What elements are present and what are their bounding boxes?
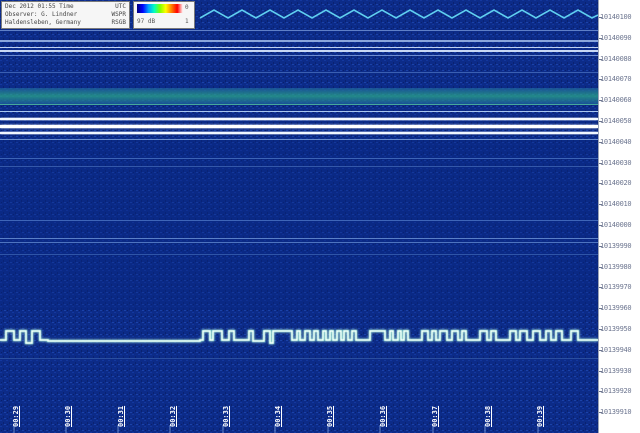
legend-max-label: 0 <box>185 4 189 11</box>
frequency-label: 10140070 <box>600 75 632 84</box>
time-label: 00:38 <box>483 405 492 427</box>
info-row-right: UTC <box>115 3 126 10</box>
frequency-label: 10139990 <box>600 241 632 250</box>
signal-line <box>0 139 598 140</box>
info-row-right: RSGB <box>111 19 126 26</box>
signal-line <box>0 358 598 359</box>
frequency-label: 10139970 <box>600 283 632 292</box>
frequency-label: 10139940 <box>600 345 632 354</box>
signal-line <box>0 55 598 56</box>
signal-line <box>0 238 598 239</box>
signal-line <box>0 40 598 42</box>
signal-line <box>0 30 598 31</box>
frequency-label: 10140040 <box>600 137 632 146</box>
signal-line <box>0 166 598 167</box>
signal-line-bright <box>0 132 598 134</box>
frequency-label: 10140050 <box>600 117 632 125</box>
frequency-label: 10140010 <box>600 200 632 209</box>
info-row: Haldensleben, Germany RSGB <box>5 19 126 27</box>
signal-line <box>0 111 598 112</box>
band-dark-upper <box>0 140 598 310</box>
time-label: 00:29 <box>12 405 20 427</box>
frequency-label: 10140100 <box>600 13 632 21</box>
frequency-label: 10139980 <box>600 262 632 271</box>
time-label: 00:30 <box>64 405 73 427</box>
signal-line-bright <box>0 118 598 120</box>
frequency-label: 10140060 <box>600 96 632 105</box>
signal-band-green <box>0 88 598 104</box>
frequency-label: 10140020 <box>600 179 632 188</box>
info-panel: Dec 2012 01:55 Time UTC Observer: G. Lin… <box>1 1 130 29</box>
frequency-label: 10139960 <box>600 304 632 313</box>
frequency-scale: 10140100 10140090 10140080 10140070 10140060… <box>598 0 640 433</box>
time-label: 00:39 <box>536 405 544 427</box>
time-label: 00:33 <box>221 405 230 427</box>
frequency-label: 10140090 <box>600 33 632 42</box>
signal-line <box>0 104 598 105</box>
signal-line <box>0 254 598 255</box>
signal-line-bright <box>0 125 598 128</box>
signal-line <box>0 72 598 73</box>
time-label: 00:32 <box>169 405 178 427</box>
frequency-label: 10139930 <box>600 366 632 375</box>
signal-line <box>0 220 598 221</box>
signal-line <box>0 47 598 48</box>
frequency-label: 10140030 <box>600 158 632 167</box>
time-label: 00:36 <box>378 405 387 427</box>
frequency-label: 10139950 <box>600 325 632 333</box>
info-row-left: Observer: G. Lindner <box>5 11 78 18</box>
spectrogram-display[interactable] <box>0 0 598 433</box>
time-label: 00:34 <box>274 405 282 427</box>
signal-line <box>0 158 598 159</box>
colorbar-gradient <box>137 4 183 13</box>
frequency-label: 10140000 <box>600 221 632 229</box>
frequency-label: 10140080 <box>600 54 632 63</box>
time-label: 00:35 <box>326 405 335 427</box>
info-row: Dec 2012 01:55 Time UTC <box>5 3 126 11</box>
info-row-right: WSPR <box>111 11 126 18</box>
info-row-left: Dec 2012 01:55 Time <box>5 3 74 10</box>
legend-range-label: 97 dB <box>137 18 156 25</box>
app-window: Dec 2012 01:55 Time UTC Observer: G. Lin… <box>0 0 640 433</box>
colorbar-legend: 0 97 dB 1 <box>133 1 195 29</box>
frequency-label: 10139910 <box>600 408 632 417</box>
info-row: Observer: G. Lindner WSPR <box>5 11 126 19</box>
frequency-label: 10139920 <box>600 387 632 396</box>
legend-step-label: 1 <box>185 18 189 25</box>
signal-line <box>0 242 598 243</box>
signal-line <box>0 50 598 52</box>
time-label: 00:31 <box>116 405 125 427</box>
info-row-left: Haldensleben, Germany <box>5 19 81 26</box>
time-label: 00:37 <box>431 405 440 427</box>
